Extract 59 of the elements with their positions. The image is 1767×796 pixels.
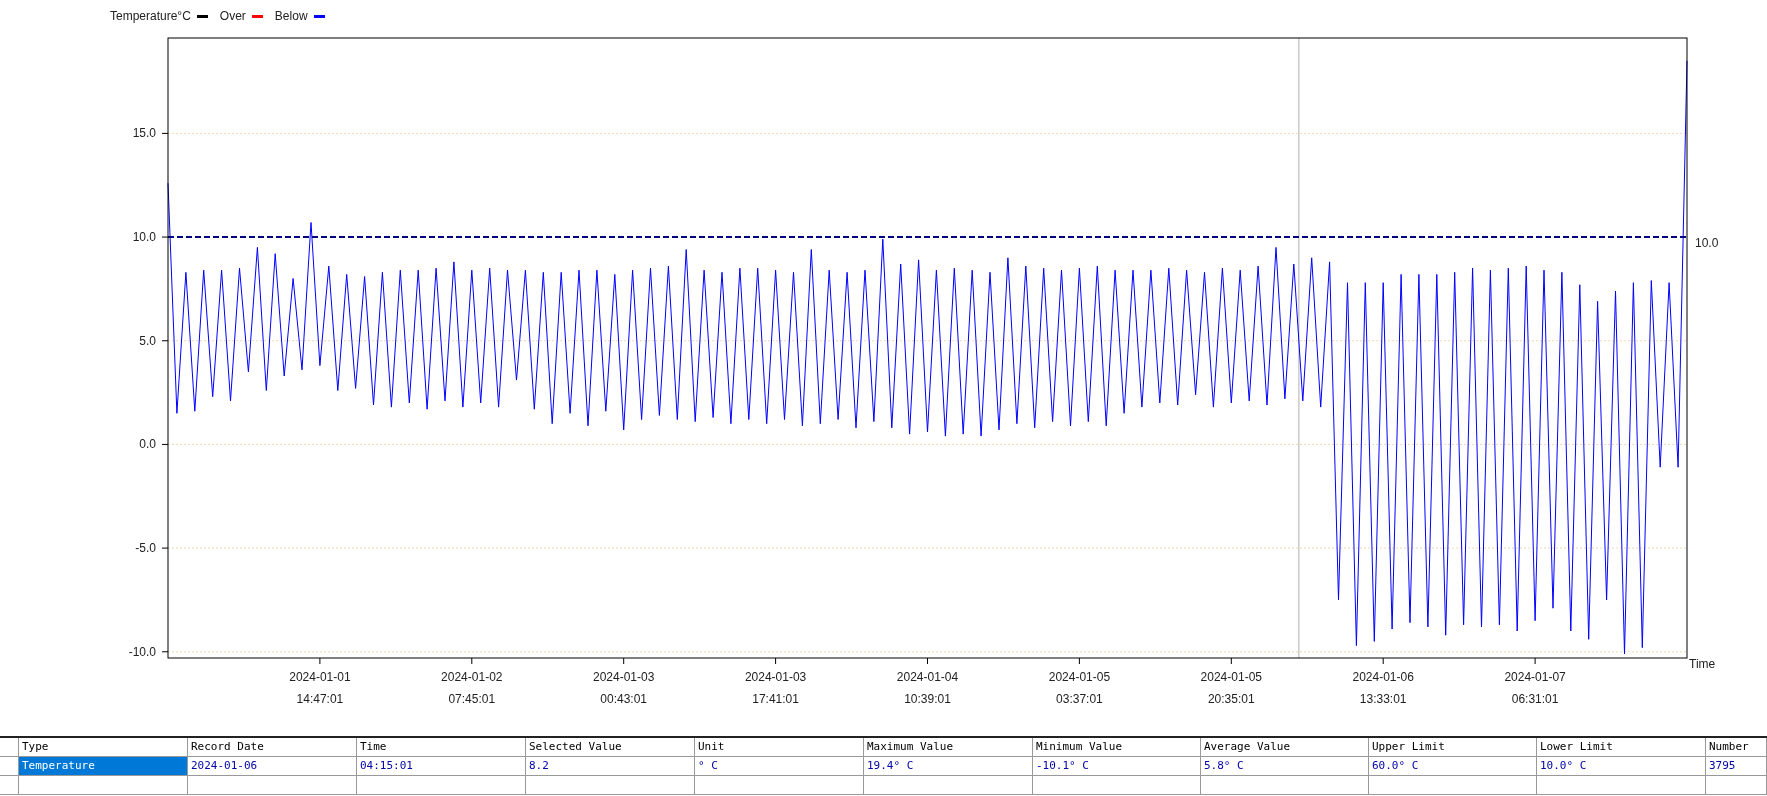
table-cell: Temperature	[19, 757, 188, 776]
column-header[interactable]: Unit	[695, 738, 864, 757]
table-cell: 8.2	[526, 757, 695, 776]
tick-mark	[161, 651, 169, 653]
table-cell: 3795	[1706, 757, 1767, 776]
table-cell: ° C	[695, 757, 864, 776]
x-tick-label: 2024-01-02 07:45:01	[441, 670, 503, 706]
y-tick-label: 5.0	[139, 333, 156, 348]
limit-label: 10.0	[1695, 236, 1719, 251]
x-tick-label: 2024-01-05 03:37:01	[1048, 670, 1111, 706]
tick-mark	[161, 132, 169, 134]
table-cell: 19.4° C	[864, 757, 1033, 776]
x-tick-label: 2024-01-06 13:33:01	[1352, 670, 1414, 706]
y-tick-label: 0.0	[139, 437, 156, 452]
table-cell: 5.8° C	[1201, 757, 1369, 776]
empty-cell	[1706, 776, 1767, 795]
x-tick-label: 2024-01-05 20:35:01	[1200, 670, 1262, 706]
y-tick-label: -5.0	[135, 541, 156, 556]
column-header[interactable]: Time	[357, 738, 526, 757]
column-header[interactable]: Average Value	[1201, 738, 1369, 757]
tick-mark	[1230, 657, 1232, 665]
x-tick-label: 2024-01-04 10:39:01	[896, 670, 959, 706]
column-header[interactable]: Maximum Value	[864, 738, 1033, 757]
x-tick-label: 2024-01-03 17:41:01	[744, 670, 807, 706]
y-tick-label: 10.0	[132, 230, 156, 245]
tick-mark	[775, 657, 777, 665]
tick-mark	[1078, 657, 1080, 665]
row-header	[0, 776, 19, 795]
column-header[interactable]: Minimum Value	[1033, 738, 1201, 757]
column-header[interactable]: Upper Limit	[1369, 738, 1537, 757]
tick-mark	[927, 657, 928, 665]
tick-mark	[161, 236, 169, 238]
x-tick-label: 2024-01-01 14:47:01	[289, 670, 351, 706]
tick-mark	[1534, 657, 1536, 665]
tick-mark	[161, 547, 169, 549]
tick-mark	[623, 657, 625, 665]
table-cell: -10.1° C	[1033, 757, 1201, 776]
y-tick-label: 15.0	[132, 126, 156, 141]
legend-label: Over	[219, 9, 246, 23]
x-tick-label: 2024-01-07 06:31:01	[1504, 670, 1566, 706]
y-tick-label: -10.0	[128, 644, 156, 659]
column-header[interactable]: Lower Limit	[1537, 738, 1706, 757]
row-header	[0, 738, 19, 757]
legend-label: Temperature°C	[110, 9, 191, 23]
table-cell: 10.0° C	[1537, 757, 1706, 776]
column-header[interactable]: Number	[1706, 738, 1767, 757]
x-axis-label: Time	[1689, 657, 1716, 671]
tick-mark	[471, 657, 473, 665]
tick-mark	[1382, 657, 1384, 665]
tick-mark	[161, 443, 169, 445]
column-header[interactable]: Selected Value	[526, 738, 695, 757]
table-cell: 04:15:01	[357, 757, 526, 776]
table-cell: 60.0° C	[1369, 757, 1537, 776]
tick-mark	[319, 657, 321, 665]
column-header[interactable]: Record Date	[188, 738, 357, 757]
x-tick-label: 2024-01-03 00:43:01	[593, 670, 655, 706]
legend-label: Below	[274, 9, 308, 23]
table-cell: 2024-01-06	[188, 757, 357, 776]
tick-mark	[161, 340, 169, 342]
